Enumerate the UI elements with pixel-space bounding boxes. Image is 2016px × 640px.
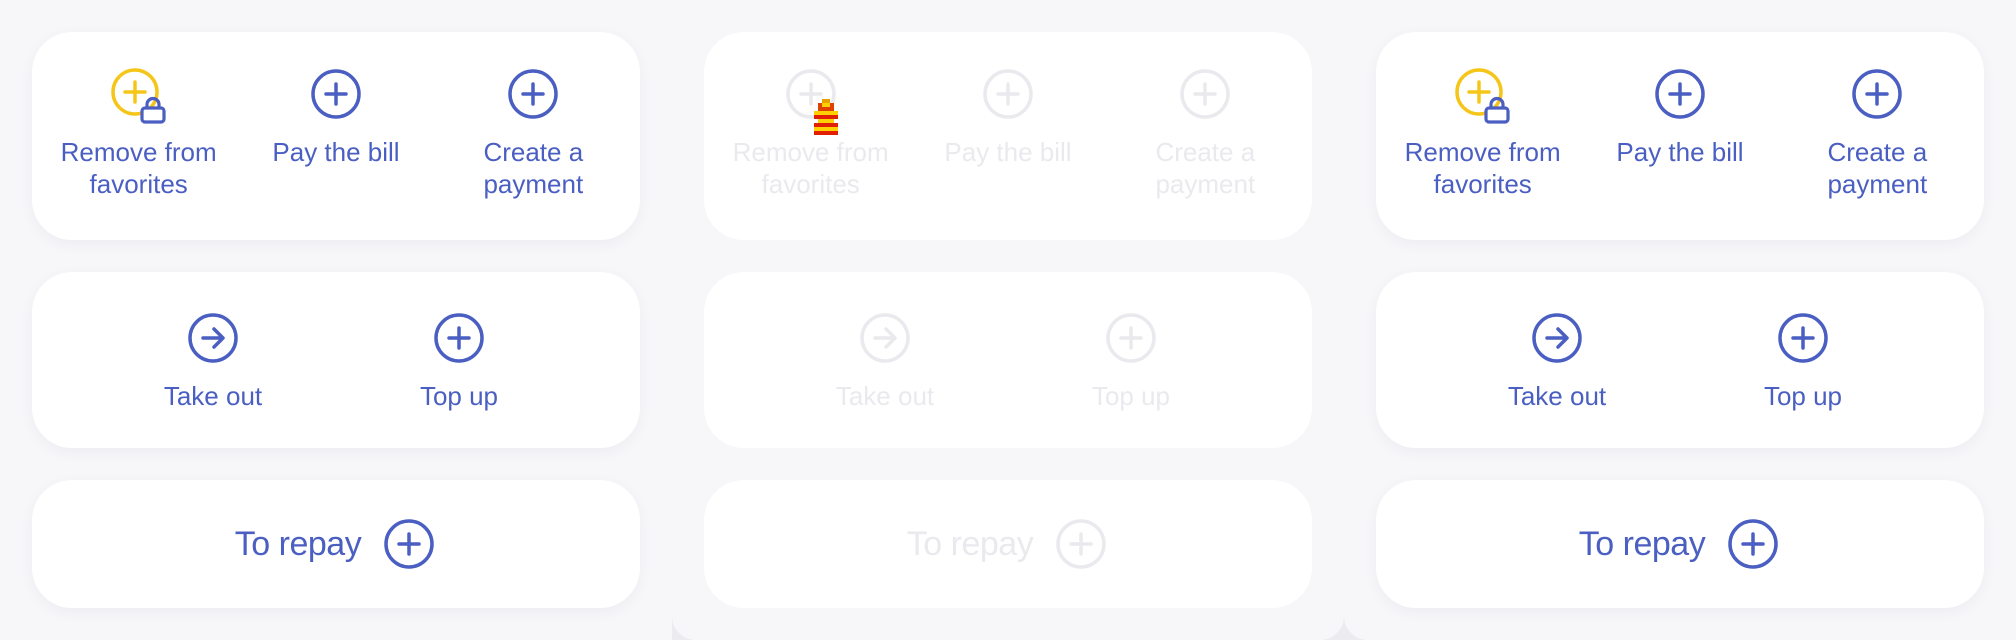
top-up-button[interactable]: Top up <box>336 272 582 448</box>
create-a-payment-button: Create a payment <box>1107 32 1304 240</box>
plus-circle-icon <box>1177 68 1233 124</box>
create-a-payment-button[interactable]: Create a payment <box>435 32 632 240</box>
plus-circle-lock-icon <box>110 68 167 124</box>
action-label: Take out <box>1507 381 1607 411</box>
remove-from-favorites-button[interactable]: Remove from favorites <box>40 32 237 240</box>
create-a-payment-button[interactable]: Create a payment <box>1779 32 1976 240</box>
plus-circle-lock-icon <box>1454 68 1511 124</box>
action-label: Top up <box>1091 381 1171 411</box>
plus-circle-icon <box>381 516 437 572</box>
arrow-right-circle-icon <box>857 312 913 368</box>
plus-circle-icon <box>1775 312 1831 368</box>
action-label: Take out <box>163 381 263 411</box>
quick-actions-card: Remove from favorites Pay the bill Creat… <box>32 32 640 240</box>
action-label: Pay the bill <box>944 137 1072 167</box>
actions-panel-3: Remove from favorites Pay the bill Creat… <box>1344 0 2016 640</box>
arrow-right-circle-icon <box>185 312 241 368</box>
transfer-card: Take out Top up <box>32 272 640 448</box>
plus-circle-icon <box>431 312 487 368</box>
actions-panel-1: Remove from favorites Pay the bill Creat… <box>0 0 672 640</box>
plus-circle-icon <box>1652 68 1708 124</box>
repay-card: To repay <box>1376 480 1984 608</box>
arrow-right-circle-icon <box>1529 312 1585 368</box>
to-repay-button: To repay <box>704 480 1312 608</box>
quick-actions-card: Remove from favorites Pay the bill Creat… <box>1376 32 1984 240</box>
top-up-button: Top up <box>1008 272 1254 448</box>
quick-actions-card: Remove from favorites Pay the bill Creat… <box>704 32 1312 240</box>
actions-panel-2-disabled: Remove from favorites Pay the bill Creat… <box>672 0 1344 640</box>
repay-card: To repay <box>32 480 640 608</box>
repay-label: To repay <box>906 524 1034 563</box>
plus-circle-icon <box>505 68 561 124</box>
plus-circle-icon <box>1849 68 1905 124</box>
action-label: Pay the bill <box>272 137 400 167</box>
plus-circle-icon <box>1103 312 1159 368</box>
pay-the-bill-button[interactable]: Pay the bill <box>1581 32 1778 240</box>
action-label: Create a payment <box>1827 137 1928 199</box>
action-label: Top up <box>1763 381 1843 411</box>
action-label: Remove from favorites <box>732 137 889 199</box>
action-label: Pay the bill <box>1616 137 1744 167</box>
action-label: Top up <box>419 381 499 411</box>
remove-from-favorites-button[interactable]: Remove from favorites <box>1384 32 1581 240</box>
repay-label: To repay <box>234 524 362 563</box>
plus-circle-icon <box>308 68 364 124</box>
take-out-button[interactable]: Take out <box>1434 272 1680 448</box>
action-label: Take out <box>835 381 935 411</box>
top-up-button[interactable]: Top up <box>1680 272 1926 448</box>
transfer-card: Take out Top up <box>1376 272 1984 448</box>
plus-circle-icon <box>980 68 1036 124</box>
action-label: Create a payment <box>1155 137 1256 199</box>
repay-card: To repay <box>704 480 1312 608</box>
take-out-button: Take out <box>762 272 1008 448</box>
action-label: Remove from favorites <box>60 137 217 199</box>
repay-label: To repay <box>1578 524 1706 563</box>
transfer-card: Take out Top up <box>704 272 1312 448</box>
to-repay-button[interactable]: To repay <box>32 480 640 608</box>
plus-circle-icon <box>1053 516 1109 572</box>
pay-the-bill-button: Pay the bill <box>909 32 1106 240</box>
to-repay-button[interactable]: To repay <box>1376 480 1984 608</box>
pay-the-bill-button[interactable]: Pay the bill <box>237 32 434 240</box>
pixel-figure-icon <box>814 99 838 135</box>
take-out-button[interactable]: Take out <box>90 272 336 448</box>
action-label: Remove from favorites <box>1404 137 1561 199</box>
action-label: Create a payment <box>483 137 584 199</box>
plus-circle-icon <box>1725 516 1781 572</box>
